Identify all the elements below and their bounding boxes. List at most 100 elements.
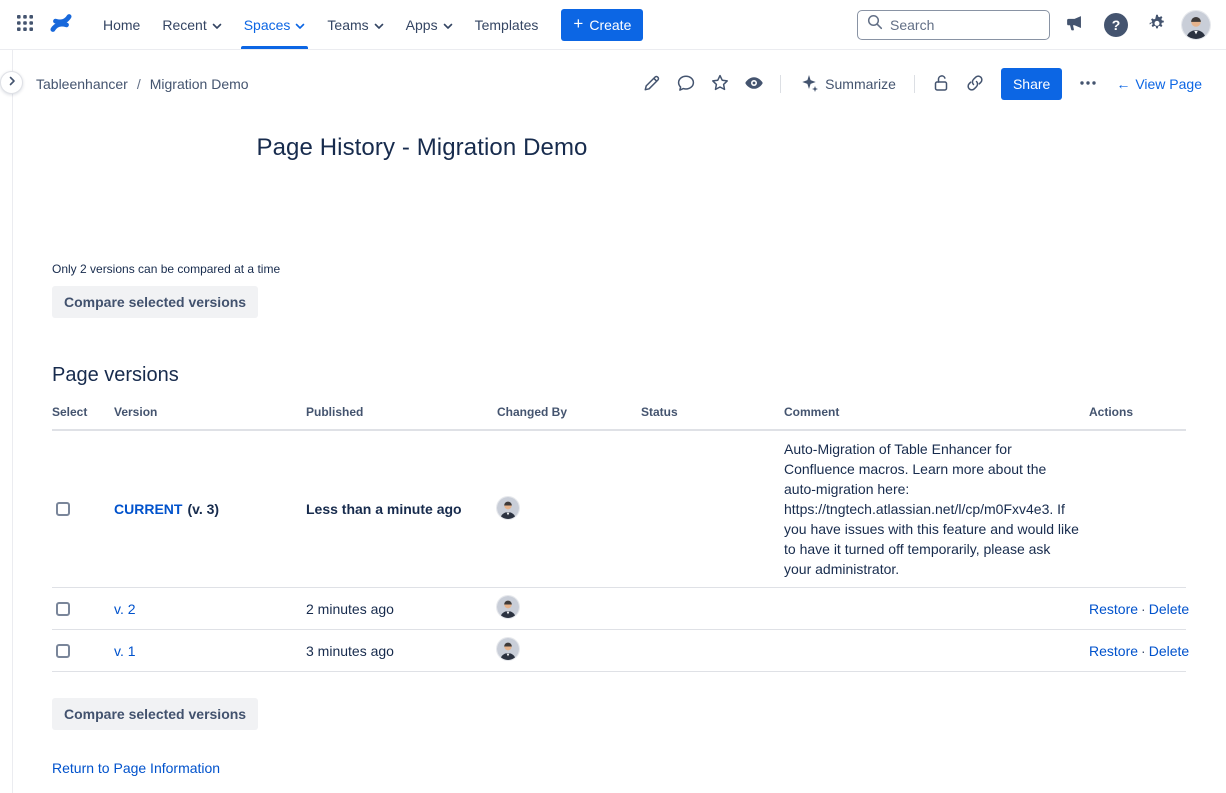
breadcrumb-space-link[interactable]: Tableenhancer — [36, 76, 128, 92]
nav-item-teams[interactable]: Teams — [316, 0, 394, 49]
watch-button[interactable] — [738, 68, 770, 100]
restrictions-button[interactable] — [925, 68, 957, 100]
current-version-link[interactable]: CURRENT — [114, 501, 182, 517]
nav-item-templates[interactable]: Templates — [464, 0, 550, 49]
table-header-row: Select Version Published Changed By Stat… — [52, 399, 1186, 430]
nav-item-label: Home — [103, 17, 140, 33]
help-button[interactable]: ? — [1100, 9, 1132, 41]
confluence-logo-button[interactable] — [44, 6, 78, 43]
version-link-v2[interactable]: v. 2 — [114, 601, 136, 617]
nav-item-label: Templates — [475, 17, 539, 33]
nav-item-apps[interactable]: Apps — [395, 0, 464, 49]
user-avatar[interactable] — [1182, 11, 1210, 39]
app-switcher-button[interactable] — [10, 8, 40, 41]
comment-cell: Auto-Migration of Table Enhancer for Con… — [784, 430, 1089, 588]
compare-selected-versions-button-top[interactable]: Compare selected versions — [52, 286, 258, 318]
breadcrumb-page-link[interactable]: Migration Demo — [150, 76, 249, 92]
actions-cell — [1089, 430, 1186, 588]
search-icon — [866, 13, 884, 36]
restore-link-v1[interactable]: Restore — [1089, 643, 1138, 659]
page-versions-heading: Page versions — [52, 364, 1186, 387]
compare-selected-versions-button-bottom[interactable]: Compare selected versions — [52, 698, 258, 730]
nav-item-label: Teams — [327, 17, 368, 33]
chevron-down-icon — [374, 17, 384, 33]
actions-cell: Restore·Delete — [1089, 630, 1186, 672]
more-actions-button[interactable] — [1072, 68, 1104, 100]
comment-bubble-icon — [676, 73, 696, 96]
create-button[interactable]: + Create — [561, 9, 643, 41]
version-row-v2: v. 2 2 minutes ago Restore·Delete — [52, 588, 1186, 630]
more-dots-icon — [1078, 73, 1098, 96]
breadcrumb: Tableenhancer / Migration Demo — [36, 76, 249, 92]
delete-link-v2[interactable]: Delete — [1149, 601, 1189, 617]
chevron-right-icon — [6, 75, 18, 90]
compare-note: Only 2 versions can be compared at a tim… — [52, 262, 1186, 276]
chevron-down-icon — [443, 17, 453, 33]
action-separator: · — [1141, 643, 1146, 659]
divider — [914, 75, 915, 93]
column-header-version: Version — [114, 399, 306, 430]
nav-item-recent[interactable]: Recent — [151, 0, 232, 49]
share-button[interactable]: Share — [1001, 68, 1062, 100]
version-checkbox-v2[interactable] — [56, 602, 70, 616]
changed-by-avatar — [497, 596, 519, 618]
published-cell: Less than a minute ago — [306, 430, 497, 588]
status-cell — [641, 588, 784, 630]
version-cell: v. 2 — [114, 588, 306, 630]
status-cell — [641, 430, 784, 588]
megaphone-icon — [1064, 12, 1086, 37]
nav-item-spaces[interactable]: Spaces — [233, 0, 317, 49]
column-header-status: Status — [641, 399, 784, 430]
changed-by-cell — [497, 588, 641, 630]
comment-cell — [784, 630, 1089, 672]
link-icon — [965, 73, 985, 96]
page-toolbar: Tableenhancer / Migration Demo — [0, 60, 1226, 108]
plus-icon: + — [573, 15, 583, 32]
restore-link-v2[interactable]: Restore — [1089, 601, 1138, 617]
actions-cell: Restore·Delete — [1089, 588, 1186, 630]
column-header-changed-by: Changed By — [497, 399, 641, 430]
version-number-label: (v. 3) — [187, 501, 219, 517]
top-navigation-bar: Home Recent Spaces Teams Apps Templates — [0, 0, 1226, 50]
version-checkbox-v3[interactable] — [56, 502, 70, 516]
confluence-logo-icon — [48, 10, 74, 39]
toolbar-actions: Summarize Share ← View Page — [636, 68, 1202, 100]
column-header-published: Published — [306, 399, 497, 430]
return-to-page-information-link[interactable]: Return to Page Information — [52, 760, 220, 776]
version-link-v1[interactable]: v. 1 — [114, 643, 136, 659]
column-header-actions: Actions — [1089, 399, 1186, 430]
summarize-label: Summarize — [825, 76, 896, 92]
select-cell — [52, 588, 114, 630]
column-header-comment: Comment — [784, 399, 1089, 430]
select-cell — [52, 630, 114, 672]
delete-link-v1[interactable]: Delete — [1149, 643, 1189, 659]
version-checkbox-v1[interactable] — [56, 644, 70, 658]
unlock-icon — [931, 73, 951, 96]
create-button-label: Create — [589, 17, 631, 33]
confluence-page-history-screen: Home Recent Spaces Teams Apps Templates — [0, 0, 1226, 793]
announcements-button[interactable] — [1060, 8, 1090, 41]
expand-sidebar-button[interactable] — [0, 71, 23, 94]
primary-nav: Home Recent Spaces Teams Apps Templates — [92, 0, 549, 49]
settings-button[interactable] — [1142, 8, 1172, 41]
version-row-v1: v. 1 3 minutes ago Restore·Delete — [52, 630, 1186, 672]
view-page-link[interactable]: ← View Page — [1116, 76, 1202, 92]
version-cell: CURRENT (v. 3) — [114, 430, 306, 588]
chevron-down-icon — [295, 17, 305, 33]
star-button[interactable] — [704, 68, 736, 100]
divider — [780, 75, 781, 93]
changed-by-cell — [497, 630, 641, 672]
edit-button[interactable] — [636, 68, 668, 100]
comment-button[interactable] — [670, 68, 702, 100]
select-cell — [52, 430, 114, 588]
published-cell: 3 minutes ago — [306, 630, 497, 672]
nav-item-label: Apps — [406, 17, 438, 33]
changed-by-avatar — [497, 638, 519, 660]
topnav-right-group: ? — [857, 8, 1210, 41]
copy-link-button[interactable] — [959, 68, 991, 100]
search-input[interactable] — [890, 17, 1041, 33]
nav-item-home[interactable]: Home — [92, 0, 151, 49]
summarize-button[interactable]: Summarize — [791, 68, 904, 100]
eye-icon — [744, 73, 764, 96]
version-cell: v. 1 — [114, 630, 306, 672]
